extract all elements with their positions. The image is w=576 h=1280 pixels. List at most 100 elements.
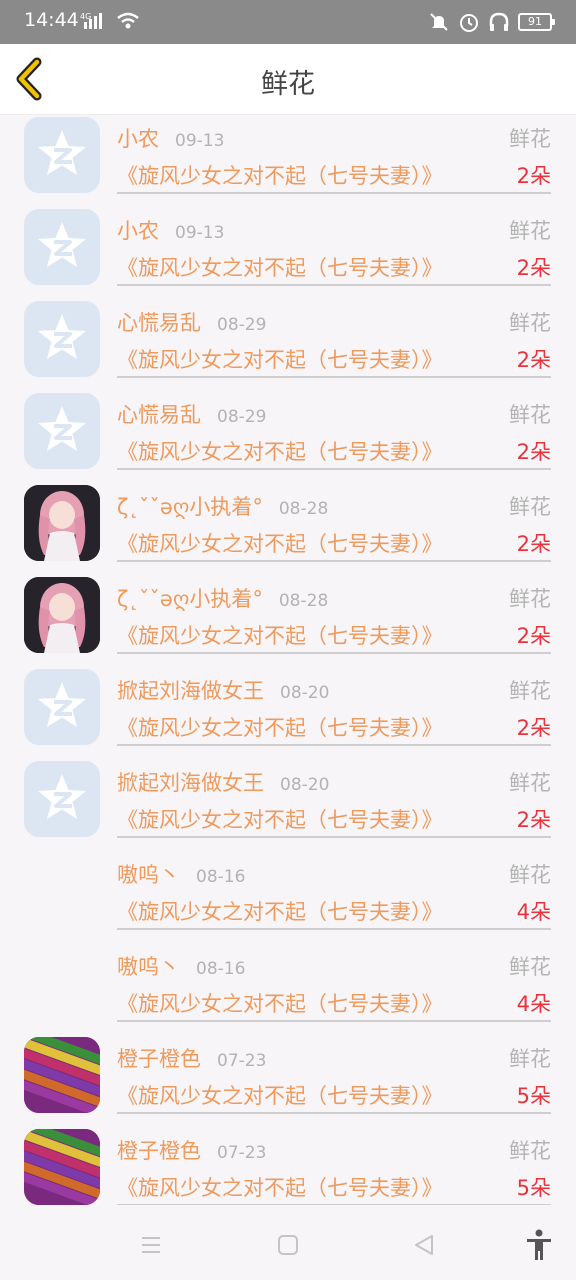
qzone-star-icon <box>38 406 86 451</box>
battery-level: 91 <box>528 15 542 28</box>
record-date: 07-23 <box>217 1143 267 1163</box>
row-divider <box>117 560 551 562</box>
anime-girl-avatar-image <box>24 485 100 561</box>
gift-type: 鲜花 <box>509 311 551 335</box>
gift-type: 鲜花 <box>509 219 551 243</box>
user-avatar[interactable] <box>24 669 100 745</box>
work-title-link[interactable]: 《旋风少女之对不起（七号夫妻）》 <box>117 804 443 834</box>
user-name[interactable]: 掀起刘海做女王 <box>117 767 264 797</box>
record-date: 08-28 <box>278 499 329 519</box>
user-name[interactable]: 橙子橙色 <box>117 1135 201 1165</box>
record-date: 08-20 <box>280 775 330 795</box>
work-title-link[interactable]: 《旋风少女之对不起（七号夫妻）》 <box>117 712 443 742</box>
user-name[interactable]: 嗷呜丶 <box>117 859 180 889</box>
gift-type: 鲜花 <box>509 771 551 795</box>
user-avatar[interactable] <box>24 1129 100 1205</box>
gift-count: 2朵 <box>516 256 551 280</box>
work-title-link[interactable]: 《旋风少女之对不起（七号夫妻）》 <box>117 620 443 650</box>
work-title-link[interactable]: 《旋风少女之对不起（七号夫妻）》 <box>117 1172 443 1202</box>
gift-type: 鲜花 <box>509 495 551 519</box>
row-divider <box>117 744 551 746</box>
gift-record-row[interactable]: 掀起刘海做女王 08-20 鲜花 《旋风少女之对不起（七号夫妻）》 2朵 <box>0 667 576 759</box>
battery-icon: 91 <box>518 13 555 31</box>
gift-record-row[interactable]: 嗷呜丶 08-16 鲜花 《旋风少女之对不起（七号夫妻）》 4朵 <box>0 851 576 943</box>
user-avatar[interactable] <box>24 761 100 837</box>
record-meta: 心慌易乱 08-29 <box>117 399 266 429</box>
work-title-link[interactable]: 《旋风少女之对不起（七号夫妻）》 <box>117 160 443 190</box>
gift-record-row[interactable]: 橙子橙色 07-23 鲜花《旋风少女之对不起（七号夫妻）》 5朵 <box>0 1035 576 1127</box>
user-name[interactable]: 心慌易乱 <box>117 399 201 429</box>
user-avatar[interactable] <box>24 209 100 285</box>
gift-type: 鲜花 <box>509 955 551 979</box>
gift-record-row[interactable]: 嗷呜丶 08-16 鲜花 《旋风少女之对不起（七号夫妻）》 4朵 <box>0 943 576 1035</box>
work-title-link[interactable]: 《旋风少女之对不起（七号夫妻）》 <box>117 988 443 1018</box>
work-title-link[interactable]: 《旋风少女之对不起（七号夫妻）》 <box>117 896 443 926</box>
record-meta: 掀起刘海做女王 08-20 <box>117 767 329 797</box>
gift-count: 5朵 <box>516 1084 551 1108</box>
menu-icon <box>142 1237 160 1253</box>
gift-type: 鲜花 <box>509 1139 551 1163</box>
user-name[interactable]: 小农 <box>117 123 159 153</box>
colored-pencils-avatar-image <box>24 1129 100 1205</box>
gift-record-row[interactable]: 小农 09-13 鲜花《旋风少女之对不起（七号夫妻）》 2朵 <box>0 207 576 299</box>
gift-record-row[interactable]: 掀起刘海做女王 08-20 鲜花 《旋风少女之对不起（七号夫妻）》 2朵 <box>0 759 576 851</box>
nav-back-button[interactable] <box>407 1228 441 1262</box>
app-header: 鲜花 <box>0 44 576 115</box>
gift-count: 2朵 <box>516 716 551 740</box>
work-title-link[interactable]: 《旋风少女之对不起（七号夫妻）》 <box>117 1080 443 1110</box>
gift-record-row[interactable]: ζ˛ˇˇəღ小执着° 08-28 鲜花《旋风少女之对不起（七号夫妻）》 2朵 <box>0 483 576 575</box>
record-meta: 小农 09-13 <box>117 123 224 153</box>
row-divider <box>117 1204 551 1205</box>
user-name[interactable]: ζ˛ˇˇəღ小执着° <box>117 491 263 521</box>
record-meta: 橙子橙色 07-23 <box>117 1135 266 1165</box>
record-meta: 心慌易乱 08-29 <box>117 307 266 337</box>
row-divider <box>117 652 551 654</box>
gift-count: 2朵 <box>516 532 551 556</box>
qzone-star-icon <box>38 682 86 727</box>
accessibility-button[interactable] <box>522 1228 556 1262</box>
gift-type: 鲜花 <box>509 679 551 703</box>
work-title-link[interactable]: 《旋风少女之对不起（七号夫妻）》 <box>117 252 443 282</box>
record-meta: 橙子橙色 07-23 <box>117 1043 266 1073</box>
alarm-icon <box>460 14 478 32</box>
gift-record-row[interactable]: 橙子橙色 07-23 鲜花 《旋风少女之对不起（七号夫妻）》 5朵 <box>0 1127 576 1205</box>
wifi-icon <box>117 12 139 29</box>
work-title-link[interactable]: 《旋风少女之对不起（七号夫妻）》 <box>117 436 443 466</box>
gift-record-row[interactable]: 小农 09-13 鲜花 《旋风少女之对不起（七号夫妻）》 2朵 <box>0 115 576 207</box>
user-avatar[interactable] <box>24 117 100 193</box>
work-title-link[interactable]: 《旋风少女之对不起（七号夫妻）》 <box>117 528 443 558</box>
gift-type: 鲜花 <box>509 587 551 611</box>
gift-record-row[interactable]: 心慌易乱 08-29 鲜花《旋风少女之对不起（七号夫妻）》 2朵 <box>0 299 576 391</box>
status-time: 14:44 <box>24 9 79 31</box>
record-meta: 小农 09-13 <box>117 215 224 245</box>
user-name[interactable]: 嗷呜丶 <box>117 951 180 981</box>
gift-count: 2朵 <box>516 348 551 372</box>
menu-button[interactable] <box>134 1228 168 1262</box>
status-bar: 14:44 4G 91 <box>0 0 576 44</box>
qzone-star-icon <box>38 130 86 175</box>
home-button[interactable] <box>271 1228 305 1262</box>
user-avatar[interactable] <box>24 1037 100 1113</box>
gift-record-row[interactable]: ζ˛ˇˇəღ小执着° 08-28 鲜花 《旋风少女之对不起（七号夫妻）》 2朵 <box>0 575 576 667</box>
user-avatar[interactable] <box>24 393 100 469</box>
record-meta: 嗷呜丶 08-16 <box>117 951 245 981</box>
user-avatar[interactable] <box>24 577 100 653</box>
user-name[interactable]: 小农 <box>117 215 159 245</box>
user-avatar[interactable] <box>24 485 100 561</box>
gift-type: 鲜花 <box>509 127 551 151</box>
record-date: 08-29 <box>217 407 267 427</box>
row-divider <box>117 468 551 470</box>
user-avatar[interactable] <box>24 301 100 377</box>
gift-record-row[interactable]: 心慌易乱 08-29 鲜花 《旋风少女之对不起（七号夫妻）》 2朵 <box>0 391 576 483</box>
user-name[interactable]: 橙子橙色 <box>117 1043 201 1073</box>
colored-pencils-avatar-image <box>24 1037 100 1113</box>
user-name[interactable]: 掀起刘海做女王 <box>117 675 264 705</box>
user-name[interactable]: ζ˛ˇˇəღ小执着° <box>117 583 263 613</box>
row-divider <box>117 836 551 838</box>
work-title-link[interactable]: 《旋风少女之对不起（七号夫妻）》 <box>117 344 443 374</box>
mute-icon <box>430 13 448 31</box>
user-name[interactable]: 心慌易乱 <box>117 307 201 337</box>
gift-type: 鲜花 <box>509 1047 551 1071</box>
record-date: 09-13 <box>175 131 225 151</box>
row-divider <box>117 284 551 286</box>
